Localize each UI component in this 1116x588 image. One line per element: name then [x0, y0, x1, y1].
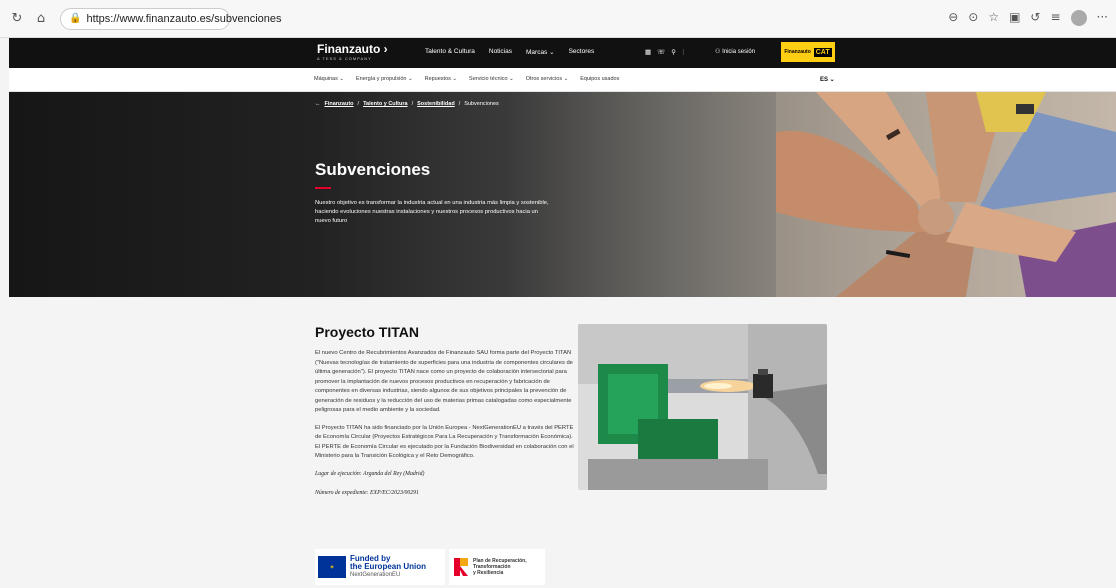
reader-icon[interactable]: ⊙	[968, 10, 978, 26]
nav-noticias[interactable]: Noticias	[489, 48, 512, 56]
browser-toolbar: ↻ ⌂ 🔒 https://www.finanzauto.es/subvenci…	[0, 0, 1116, 38]
main-content: Proyecto TITAN El nuevo Centro de Recubr…	[9, 297, 1116, 588]
login-link[interactable]: ⚇ Inicia sesión	[715, 48, 755, 55]
logo-subtitle: A TESS & COMPANY	[317, 56, 372, 61]
profile-avatar[interactable]	[1070, 10, 1087, 26]
hero-banner: ← Finanzauto / Talento y Cultura / Soste…	[9, 92, 1116, 297]
project-location: Lugar de ejecución: Arganda del Rey (Mad…	[315, 470, 425, 477]
prtr-logo: Plan de Recuperación, Transformación y R…	[449, 549, 545, 585]
hero-description: Nuestro objetivo es transformar la indus…	[315, 200, 549, 224]
grid-icon[interactable]: ▦	[645, 48, 651, 56]
url-text: https://www.finanzauto.es/subvenciones	[86, 12, 282, 25]
browser-actions: ⊖ ⊙ ☆ ▣ ↺ ≡ ···	[948, 10, 1108, 26]
subnav-maquinas[interactable]: Máquinas ⌄	[314, 76, 344, 82]
hands-together-image	[776, 92, 1116, 297]
eu-funded-logo: ✶ Funded by the European Union NextGener…	[315, 549, 445, 585]
page-title: Subvenciones	[315, 160, 431, 179]
title-accent-line	[315, 187, 331, 189]
breadcrumb-talento[interactable]: Talento y Cultura	[363, 101, 408, 107]
subnav-repuestos[interactable]: Repuestos ⌄	[425, 76, 457, 82]
nav-talento[interactable]: Talento & Cultura	[425, 48, 475, 56]
finanzauto-logo[interactable]: Finanzauto › A TESS & COMPANY	[317, 42, 388, 61]
more-icon[interactable]: ···	[1097, 10, 1108, 26]
favorite-icon[interactable]: ☆	[988, 10, 999, 26]
nav-marcas[interactable]: Marcas ⌄	[526, 48, 555, 56]
refresh-extension-icon[interactable]: ↺	[1030, 10, 1040, 26]
top-navigation: Talento & Cultura Noticias Marcas ⌄ Sect…	[425, 48, 594, 56]
subnav-energia[interactable]: Energía y propulsión ⌄	[356, 76, 413, 82]
divider: |	[682, 48, 685, 56]
header-icons: ▦ ☏ ⚲ |	[645, 48, 684, 56]
subnav-equipos[interactable]: Equipos usados	[580, 76, 619, 82]
location-icon[interactable]: ⚲	[671, 48, 676, 56]
sub-navigation: Máquinas ⌄ Energía y propulsión ⌄ Repues…	[9, 68, 1116, 92]
extension-icon[interactable]: ▣	[1009, 10, 1020, 26]
prtr-mark-icon	[454, 558, 468, 576]
project-paragraph-1: El nuevo Centro de Recubrimientos Avanza…	[315, 350, 573, 413]
lock-icon: 🔒	[69, 13, 82, 24]
home-icon[interactable]: ⌂	[32, 10, 50, 28]
back-arrow-icon[interactable]: ←	[315, 101, 321, 107]
project-text: El nuevo Centro de Recubrimientos Avanza…	[315, 349, 579, 509]
nav-sectores[interactable]: Sectores	[569, 48, 595, 56]
eu-flag-icon: ✶	[318, 556, 346, 578]
site-header: Finanzauto › A TESS & COMPANY Talento & …	[9, 38, 1116, 68]
user-icon: ⚇	[715, 49, 721, 55]
funding-logos: ✶ Funded by the European Union NextGener…	[315, 549, 545, 585]
refresh-icon[interactable]: ↻	[8, 10, 26, 28]
project-file-number: Número de expediente: EXP/EC/2023/00291	[315, 490, 419, 496]
cat-badge[interactable]: Finanzauto CAT	[781, 42, 835, 62]
project-paragraph-2: El Proyecto TITAN ha sido financiado por…	[315, 424, 574, 460]
zoom-icon[interactable]: ⊖	[948, 10, 958, 26]
project-title: Proyecto TITAN	[315, 324, 419, 340]
breadcrumb-current: Subvenciones	[464, 101, 499, 107]
breadcrumb: ← Finanzauto / Talento y Cultura / Soste…	[315, 101, 499, 107]
breadcrumb-finanzauto[interactable]: Finanzauto	[325, 101, 354, 107]
language-selector[interactable]: ES ⌄	[820, 76, 835, 83]
breadcrumb-sostenibilidad[interactable]: Sostenibilidad	[417, 101, 455, 107]
subnav-otros[interactable]: Otros servicios ⌄	[526, 76, 569, 82]
favorites-list-icon[interactable]: ≡	[1050, 10, 1060, 26]
phone-icon[interactable]: ☏	[657, 48, 665, 56]
coating-machine-photo	[578, 324, 827, 490]
subnav-servicio[interactable]: Servicio técnico ⌄	[469, 76, 514, 82]
address-bar[interactable]: 🔒 https://www.finanzauto.es/subvenciones	[60, 7, 282, 30]
